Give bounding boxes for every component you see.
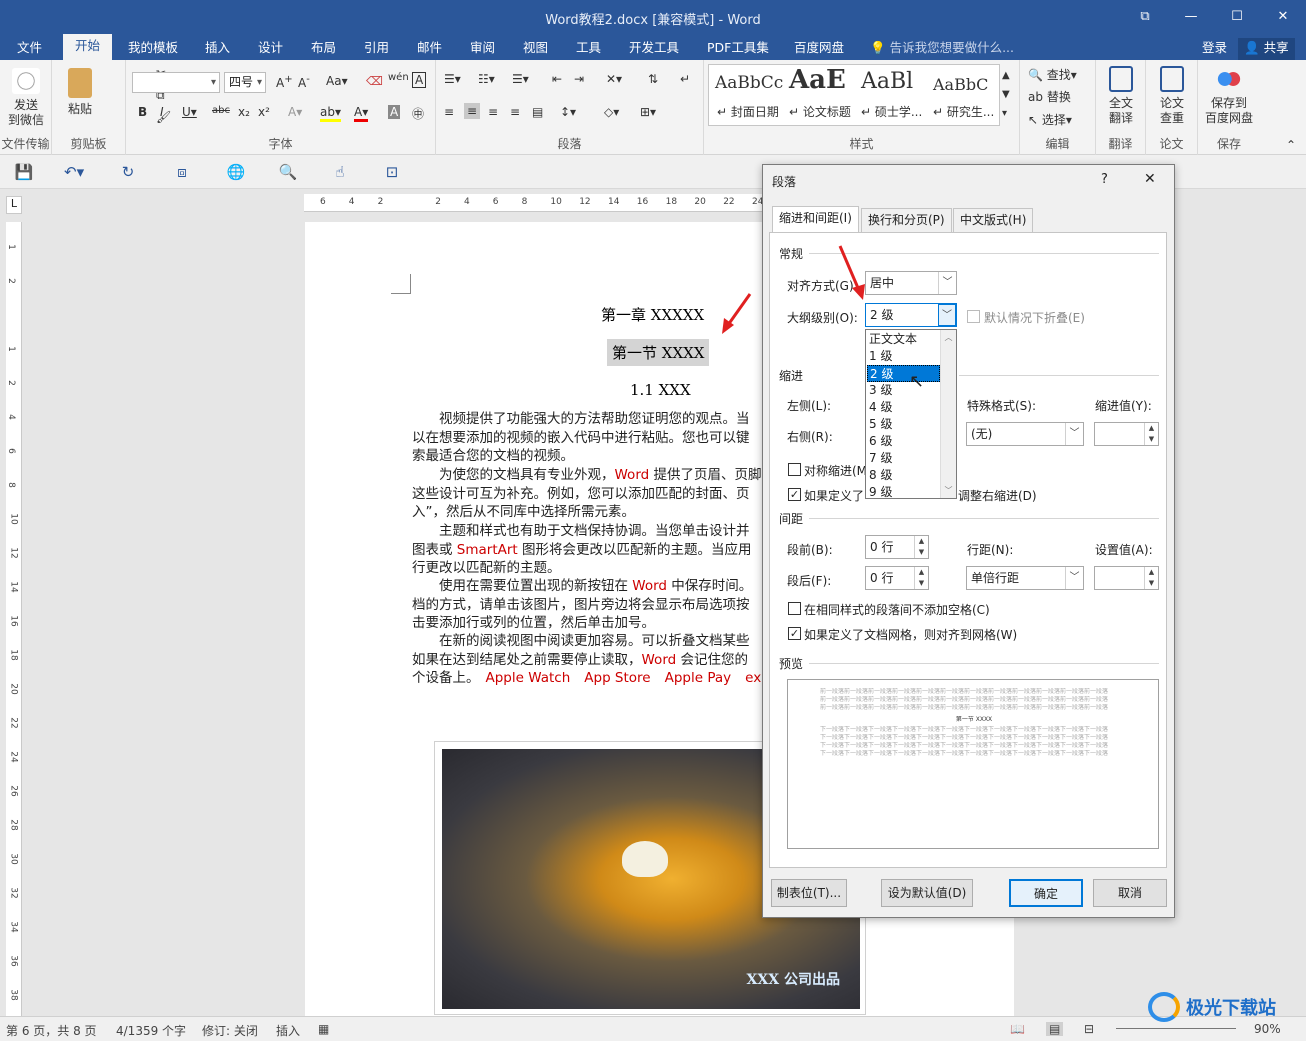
- annotation-arrows: [722, 245, 865, 334]
- red-arrow: [838, 245, 860, 289]
- red-arrowhead: [852, 284, 865, 300]
- macro-icon[interactable]: ▦: [318, 1022, 329, 1036]
- print-layout-icon[interactable]: ▤: [1046, 1022, 1064, 1036]
- insert-mode[interactable]: 插入: [276, 1022, 300, 1039]
- zoom-slider[interactable]: [1116, 1028, 1236, 1029]
- web-layout-icon[interactable]: ⊟: [1084, 1022, 1094, 1036]
- red-arrow: [726, 293, 752, 326]
- watermark-logo: 极光下载站: [1148, 990, 1298, 1024]
- mouse-cursor-icon: ↖: [909, 371, 925, 392]
- watermark-icon: [1148, 992, 1180, 1022]
- zoom-level[interactable]: 90%: [1254, 1022, 1281, 1036]
- read-mode-icon[interactable]: 📖: [1010, 1022, 1025, 1036]
- word-count[interactable]: 4/1359 个字: [116, 1022, 186, 1039]
- status-bar: 第 6 页，共 8 页 4/1359 个字 修订: 关闭 插入 ▦ 📖 ▤ ⊟ …: [0, 1016, 1306, 1041]
- page-count[interactable]: 第 6 页，共 8 页: [6, 1022, 97, 1039]
- revision-status[interactable]: 修订: 关闭: [202, 1022, 258, 1039]
